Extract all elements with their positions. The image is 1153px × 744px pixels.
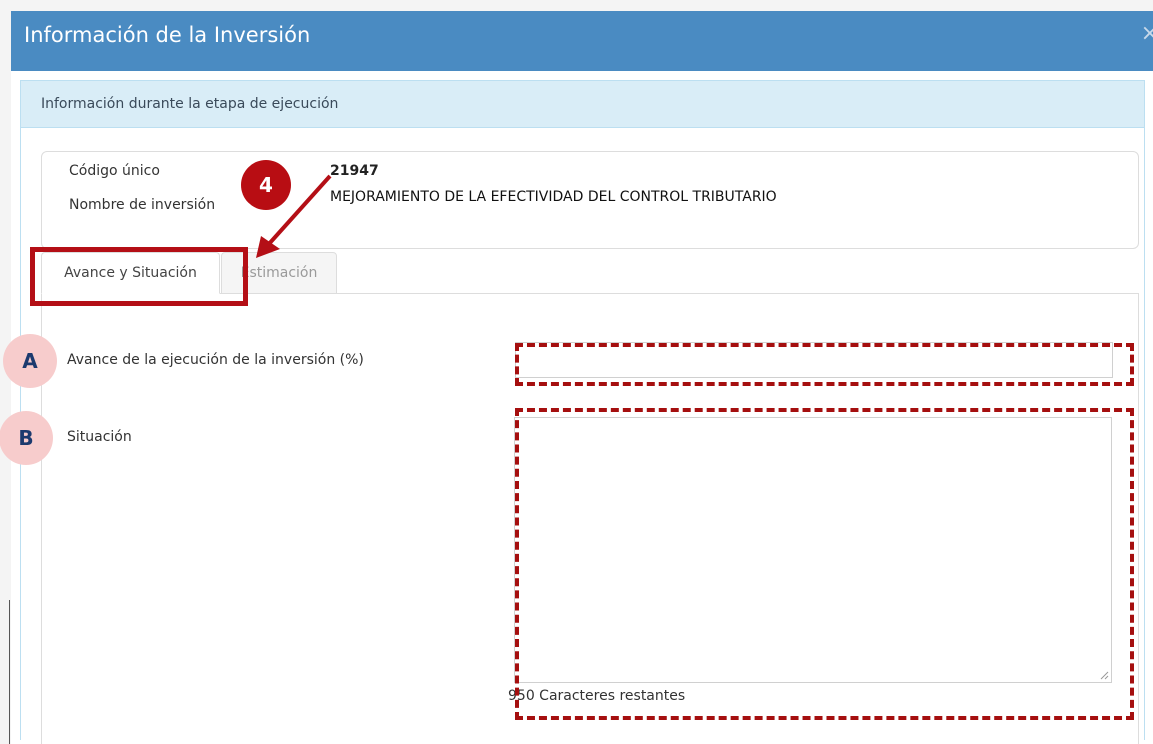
modal-header: Información de la Inversión ×	[11, 11, 1153, 71]
backdrop-top	[0, 0, 1153, 11]
highlight-situacion-field	[515, 408, 1134, 720]
panel-heading: Información durante la etapa de ejecució…	[21, 81, 1144, 128]
step-badge: 4	[241, 160, 291, 210]
investment-summary: Código único 21947 Nombre de inversión M…	[41, 151, 1139, 249]
nombre-value: MEJORAMIENTO DE LA EFECTIVIDAD DEL CONTR…	[330, 189, 777, 205]
modal-title: Información de la Inversión	[24, 23, 311, 47]
panel-heading-text: Información durante la etapa de ejecució…	[41, 96, 339, 112]
marker-b: B	[0, 411, 53, 465]
highlight-avance-field	[515, 343, 1134, 386]
avance-label: Avance de la ejecución de la inversión (…	[67, 352, 364, 368]
codigo-value: 21947	[330, 163, 379, 179]
redacted-text	[362, 216, 652, 222]
highlight-tab	[30, 247, 248, 306]
close-icon[interactable]: ×	[1141, 21, 1153, 46]
situacion-label: Situación	[67, 429, 132, 445]
backdrop-divider	[9, 600, 10, 744]
codigo-label: Código único	[69, 163, 160, 179]
nombre-label: Nombre de inversión	[69, 197, 216, 213]
marker-a: A	[3, 334, 57, 388]
page: Información de la Inversión × Informació…	[0, 0, 1153, 744]
